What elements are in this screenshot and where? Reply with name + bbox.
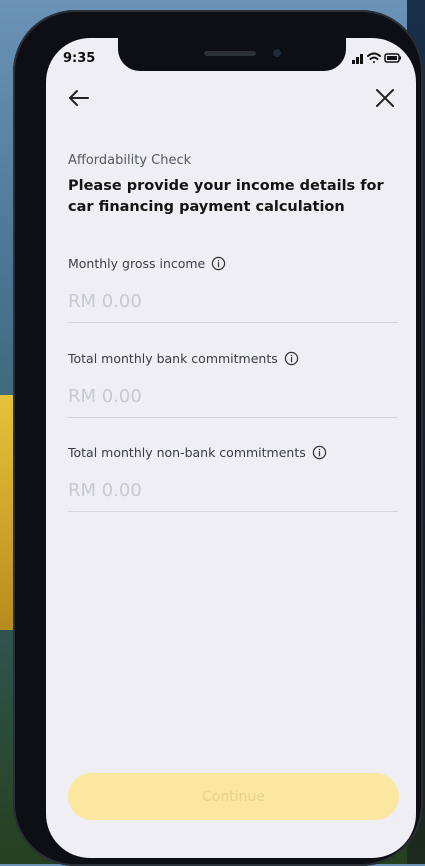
wifi-icon <box>367 52 381 63</box>
back-button[interactable] <box>66 85 92 111</box>
non-bank-commitments-input[interactable] <box>68 480 398 512</box>
info-icon[interactable] <box>284 351 299 366</box>
close-icon <box>376 89 394 107</box>
monthly-gross-income-input[interactable] <box>68 291 398 323</box>
field-label: Total monthly bank commitments <box>68 350 278 366</box>
notch <box>118 38 346 71</box>
info-icon[interactable] <box>312 445 327 460</box>
signal-icon <box>352 54 363 64</box>
non-bank-commitments-field: Total monthly non-bank commitments <box>68 442 398 512</box>
battery-icon <box>384 53 401 63</box>
field-label-row: Monthly gross income <box>68 253 398 273</box>
front-camera <box>271 47 283 59</box>
field-label: Total monthly non-bank commitments <box>68 444 306 460</box>
bank-commitments-input[interactable] <box>68 386 398 418</box>
close-button[interactable] <box>372 85 398 111</box>
speaker-grille <box>204 51 256 56</box>
field-label-row: Total monthly non-bank commitments <box>68 442 398 462</box>
continue-button[interactable]: Continue <box>68 773 399 820</box>
bank-commitments-field: Total monthly bank commitments <box>68 348 398 418</box>
page-title: Please provide your income details for c… <box>68 178 384 215</box>
status-icons <box>352 52 401 64</box>
status-time: 9:35 <box>63 51 96 66</box>
section-eyebrow: Affordability Check <box>68 153 192 168</box>
phone-frame: 9:35 Affordability Check Please provide … <box>13 10 423 866</box>
field-label-row: Total monthly bank commitments <box>68 348 398 368</box>
info-icon[interactable] <box>211 256 226 271</box>
arrow-left-icon <box>69 90 89 106</box>
app-screen: 9:35 Affordability Check Please provide … <box>46 38 416 858</box>
monthly-gross-income-field: Monthly gross income <box>68 253 398 323</box>
field-label: Monthly gross income <box>68 255 206 271</box>
